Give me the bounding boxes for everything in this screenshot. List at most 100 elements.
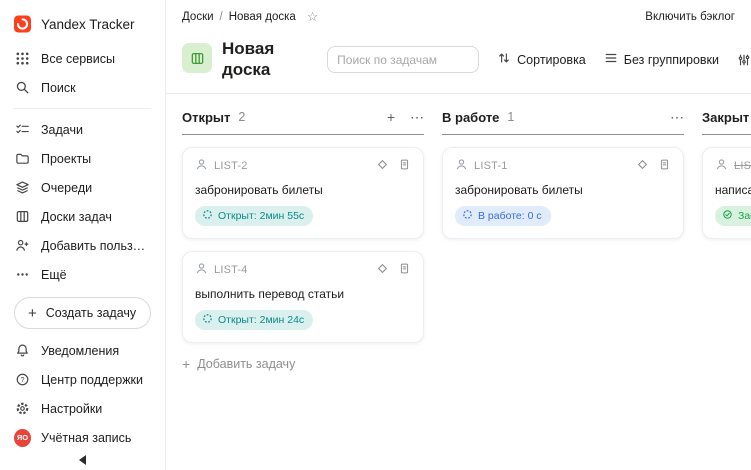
task-card[interactable]: LIST-3 написать Закрыт: 0 с (702, 147, 751, 239)
sidebar-bottom-group: Уведомления ? Центр поддержки Настройки … (0, 336, 165, 470)
column-menu-button[interactable]: ⋯ (410, 110, 424, 124)
sidebar-item-settings[interactable]: Настройки (0, 394, 165, 423)
assignee-icon (715, 158, 728, 174)
sidebar-item-tasks[interactable]: Задачи (0, 115, 165, 144)
sidebar-item-search[interactable]: Поиск (0, 73, 165, 102)
grouping-lines-icon (604, 51, 618, 68)
bell-icon (14, 342, 31, 359)
task-key: LIST-4 (214, 264, 248, 276)
task-card[interactable]: LIST-2 забронировать билеты (182, 147, 424, 239)
column-header: Закрыт (702, 110, 751, 135)
task-title: выполнить перевод статьи (195, 287, 411, 301)
status-badge: Открыт: 2мин 24с (195, 310, 313, 330)
sidebar-item-label: Добавить пользователя (41, 239, 151, 253)
priority-diamond-icon (636, 158, 649, 174)
status-in-progress-icon (462, 209, 473, 223)
status-closed-check-icon (722, 209, 733, 223)
search-icon (14, 79, 31, 96)
task-title: забронировать билеты (195, 183, 411, 197)
grid-icon (14, 50, 31, 67)
sort-label: Сортировка (517, 53, 586, 67)
queues-icon (14, 179, 31, 196)
sidebar-collapse-button[interactable] (0, 452, 165, 468)
status-open-icon (202, 313, 213, 327)
sidebar-item-queues[interactable]: Очереди (0, 173, 165, 202)
plus-icon: + (28, 306, 37, 321)
add-user-icon (14, 237, 31, 254)
description-icon (658, 158, 671, 174)
board-controls: Сортировка Без группировки (327, 38, 751, 73)
app-window: Yandex Tracker Все сервисы Поиск Задачи (0, 0, 751, 470)
column-actions: ⋯ (670, 110, 684, 124)
breadcrumb-parent[interactable]: Доски (182, 11, 214, 23)
task-card[interactable]: LIST-1 забронировать билеты (442, 147, 684, 239)
page-title: Новая доска (222, 38, 327, 81)
sidebar-item-notifications[interactable]: Уведомления (0, 336, 165, 365)
sidebar-item-projects[interactable]: Проекты (0, 144, 165, 173)
column-header: Открыт 2 + ⋯ (182, 110, 424, 135)
plus-icon: + (182, 357, 190, 371)
status-badge: Открыт: 2мин 55с (195, 206, 313, 226)
grouping-label: Без группировки (624, 53, 719, 67)
board-header: Новая доска Сортировка Без группировки (166, 34, 751, 93)
tasks-icon (14, 121, 31, 138)
column-menu-button[interactable]: ⋯ (670, 110, 684, 124)
add-task-link[interactable]: + Добавить задачу (182, 357, 424, 371)
sidebar-item-boards[interactable]: Доски задач (0, 202, 165, 231)
task-title: написать (715, 183, 751, 197)
task-key: LIST-3 (734, 160, 751, 172)
collapse-arrow-icon (79, 455, 86, 465)
app-title: Yandex Tracker (41, 17, 135, 32)
column-count: 1 (507, 110, 514, 124)
board-type-icon (182, 43, 212, 73)
sidebar-item-label: Настройки (41, 402, 102, 416)
priority-diamond-icon (376, 158, 389, 174)
assignee-icon (455, 158, 468, 174)
more-icon (14, 266, 31, 283)
sidebar-divider (14, 108, 151, 109)
sidebar-item-label: Центр поддержки (41, 373, 143, 387)
sort-control[interactable]: Сортировка (497, 51, 586, 68)
sidebar-item-more[interactable]: Ещё (0, 260, 165, 289)
sidebar-item-label: Доски задач (41, 210, 112, 224)
task-card[interactable]: LIST-4 выполнить перевод статьи (182, 251, 424, 343)
kanban-board: Открыт 2 + ⋯ LIST-2 (166, 94, 751, 470)
description-icon (398, 158, 411, 174)
sidebar-item-label: Ещё (41, 268, 67, 282)
task-title: забронировать билеты (455, 183, 671, 197)
add-card-button[interactable]: + (387, 110, 395, 124)
status-badge: В работе: 0 с (455, 206, 551, 226)
enable-backlog-link[interactable]: Включить бэклог (645, 11, 735, 23)
assignee-icon (195, 158, 208, 174)
breadcrumb: Доски / Новая доска ☆ (182, 9, 318, 25)
column-count: 2 (238, 110, 245, 124)
topbar: Доски / Новая доска ☆ Включить бэклог (166, 0, 751, 34)
board-settings-icon[interactable] (737, 53, 751, 67)
svg-text:?: ? (20, 375, 24, 384)
breadcrumb-current: Новая доска (229, 11, 296, 23)
task-search-input[interactable] (327, 46, 479, 73)
app-logo[interactable]: Yandex Tracker (0, 6, 165, 42)
favorite-star-icon[interactable]: ☆ (307, 9, 319, 25)
create-task-button[interactable]: + Создать задачу (14, 297, 151, 329)
main-area: Доски / Новая доска ☆ Включить бэклог Но… (166, 0, 751, 470)
column-header: В работе 1 ⋯ (442, 110, 684, 135)
projects-icon (14, 150, 31, 167)
description-icon (398, 262, 411, 278)
task-key: LIST-1 (474, 160, 508, 172)
status-open-icon (202, 209, 213, 223)
grouping-control[interactable]: Без группировки (604, 51, 719, 68)
sidebar-item-all-services[interactable]: Все сервисы (0, 44, 165, 73)
sidebar-item-label: Поиск (41, 81, 76, 95)
priority-diamond-icon (376, 262, 389, 278)
column-actions: + ⋯ (387, 110, 424, 124)
sidebar-item-support[interactable]: ? Центр поддержки (0, 365, 165, 394)
status-badge: Закрыт: 0 с (715, 206, 751, 226)
sidebar-item-account[interactable]: ЯО Учётная запись (0, 423, 165, 452)
board-column-in-progress: В работе 1 ⋯ LIST-1 (442, 110, 684, 470)
sidebar-item-add-user[interactable]: Добавить пользователя (0, 231, 165, 260)
boards-icon (14, 208, 31, 225)
create-task-label: Создать задачу (46, 306, 136, 320)
column-title: Открыт (182, 110, 230, 125)
assignee-icon (195, 262, 208, 278)
